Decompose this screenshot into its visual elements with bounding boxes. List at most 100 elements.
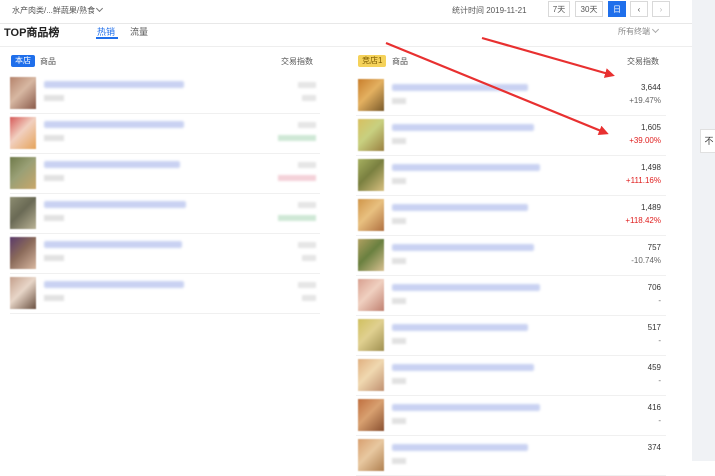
product-meta-redacted: [392, 178, 406, 184]
index-change-redacted: [278, 215, 316, 221]
trade-index-value: 1,489: [640, 203, 661, 212]
own-product-row[interactable]: [10, 73, 320, 113]
own-product-row[interactable]: [10, 193, 320, 233]
product-name-redacted[interactable]: [44, 281, 184, 288]
product-thumbnail[interactable]: [10, 157, 36, 189]
product-meta-redacted: [392, 458, 406, 464]
product-name-redacted[interactable]: [392, 204, 528, 211]
product-thumbnail[interactable]: [358, 159, 384, 191]
index-change-redacted: [302, 255, 316, 261]
rival-shop-badge: 竞店1: [358, 55, 387, 67]
channel-select[interactable]: 所有终端: [618, 25, 660, 37]
index-value-redacted: [298, 122, 316, 128]
product-name-redacted[interactable]: [392, 364, 534, 371]
trade-index-value: 374: [647, 443, 661, 452]
product-name-redacted[interactable]: [392, 444, 528, 451]
trade-index-change: +39.00%: [629, 136, 661, 145]
trade-index-value: 1,498: [640, 163, 661, 172]
trade-index-value: 1,605: [640, 123, 661, 132]
next-day-button[interactable]: ›: [652, 1, 670, 17]
trade-index-change: -: [658, 416, 661, 425]
trade-index-value: 757: [647, 243, 661, 252]
product-name-redacted[interactable]: [392, 164, 540, 171]
product-meta-redacted: [44, 95, 64, 101]
trade-index-change: +111.16%: [625, 176, 661, 185]
product-meta-redacted: [392, 338, 406, 344]
product-name-redacted[interactable]: [44, 121, 184, 128]
range-7d-button[interactable]: 7天: [548, 1, 570, 17]
index-change-redacted: [302, 295, 316, 301]
product-thumbnail[interactable]: [358, 279, 384, 311]
product-thumbnail[interactable]: [358, 439, 384, 471]
page-gutter: [692, 0, 715, 461]
own-product-row[interactable]: [10, 113, 320, 153]
category-breadcrumb[interactable]: 水产肉类/...鲜蔬果/熟食: [12, 4, 104, 16]
range-30d-button[interactable]: 30天: [575, 1, 603, 17]
trade-index-value: 459: [647, 363, 661, 372]
trade-index-value: 706: [647, 283, 661, 292]
product-name-redacted[interactable]: [392, 324, 528, 331]
product-thumbnail[interactable]: [10, 237, 36, 269]
product-thumbnail[interactable]: [358, 239, 384, 271]
product-meta-redacted: [392, 418, 406, 424]
product-meta-redacted: [392, 298, 406, 304]
product-name-redacted[interactable]: [392, 244, 534, 251]
product-thumbnail[interactable]: [10, 117, 36, 149]
chevron-down-icon: [96, 4, 104, 13]
product-thumbnail[interactable]: [10, 197, 36, 229]
trade-index-change: -10.74%: [631, 256, 661, 265]
product-thumbnail[interactable]: [358, 79, 384, 111]
chevron-down-icon: [651, 25, 660, 34]
divider: [0, 23, 692, 24]
range-day-button[interactable]: 日: [608, 1, 626, 17]
product-name-redacted[interactable]: [392, 84, 528, 91]
product-name-redacted[interactable]: [44, 241, 182, 248]
trade-index-change: +19.47%: [629, 96, 661, 105]
index-value-redacted: [298, 162, 316, 168]
product-name-redacted[interactable]: [44, 81, 184, 88]
index-change-redacted: [278, 175, 316, 181]
rival-col-product: 商品: [392, 57, 408, 66]
index-value-redacted: [298, 282, 316, 288]
trade-index-value: 517: [647, 323, 661, 332]
product-name-redacted[interactable]: [44, 161, 180, 168]
side-float-button[interactable]: 不: [700, 129, 715, 153]
index-value-redacted: [298, 242, 316, 248]
product-name-redacted[interactable]: [392, 404, 540, 411]
index-value-redacted: [298, 202, 316, 208]
product-thumbnail[interactable]: [358, 319, 384, 351]
product-meta-redacted: [44, 255, 64, 261]
tab-traffic[interactable]: 流量: [130, 25, 148, 38]
trade-index-change: -: [658, 376, 661, 385]
trade-index-value: 416: [647, 403, 661, 412]
own-product-row[interactable]: [10, 233, 320, 273]
trade-index-change: -: [658, 336, 661, 345]
own-shop-badge: 本店: [11, 55, 35, 67]
product-name-redacted[interactable]: [392, 124, 534, 131]
product-meta-redacted: [44, 175, 64, 181]
active-tab-indicator: [96, 37, 118, 39]
row-divider: [10, 313, 320, 314]
product-meta-redacted: [44, 135, 64, 141]
product-thumbnail[interactable]: [10, 277, 36, 309]
annotation-arrow: [481, 36, 615, 78]
top-bar: 水产肉类/...鲜蔬果/熟食 统计时间 2019-11-21 7天 30天 日 …: [0, 0, 692, 22]
own-product-row[interactable]: [10, 273, 320, 313]
rival-product-row[interactable]: [356, 436, 666, 476]
stat-time: 统计时间 2019-11-21: [452, 6, 527, 15]
product-thumbnail[interactable]: [10, 77, 36, 109]
prev-day-button[interactable]: ‹: [630, 1, 648, 17]
product-name-redacted[interactable]: [392, 284, 540, 291]
trade-index-value: 3,644: [640, 83, 661, 92]
rival-col-index: 交易指数: [627, 57, 659, 66]
own-col-index: 交易指数: [281, 57, 313, 66]
product-thumbnail[interactable]: [358, 199, 384, 231]
product-thumbnail[interactable]: [358, 359, 384, 391]
product-thumbnail[interactable]: [358, 399, 384, 431]
product-meta-redacted: [392, 378, 406, 384]
own-product-row[interactable]: [10, 153, 320, 193]
product-meta-redacted: [392, 138, 406, 144]
trade-index-change: +118.42%: [625, 216, 661, 225]
product-name-redacted[interactable]: [44, 201, 186, 208]
product-thumbnail[interactable]: [358, 119, 384, 151]
